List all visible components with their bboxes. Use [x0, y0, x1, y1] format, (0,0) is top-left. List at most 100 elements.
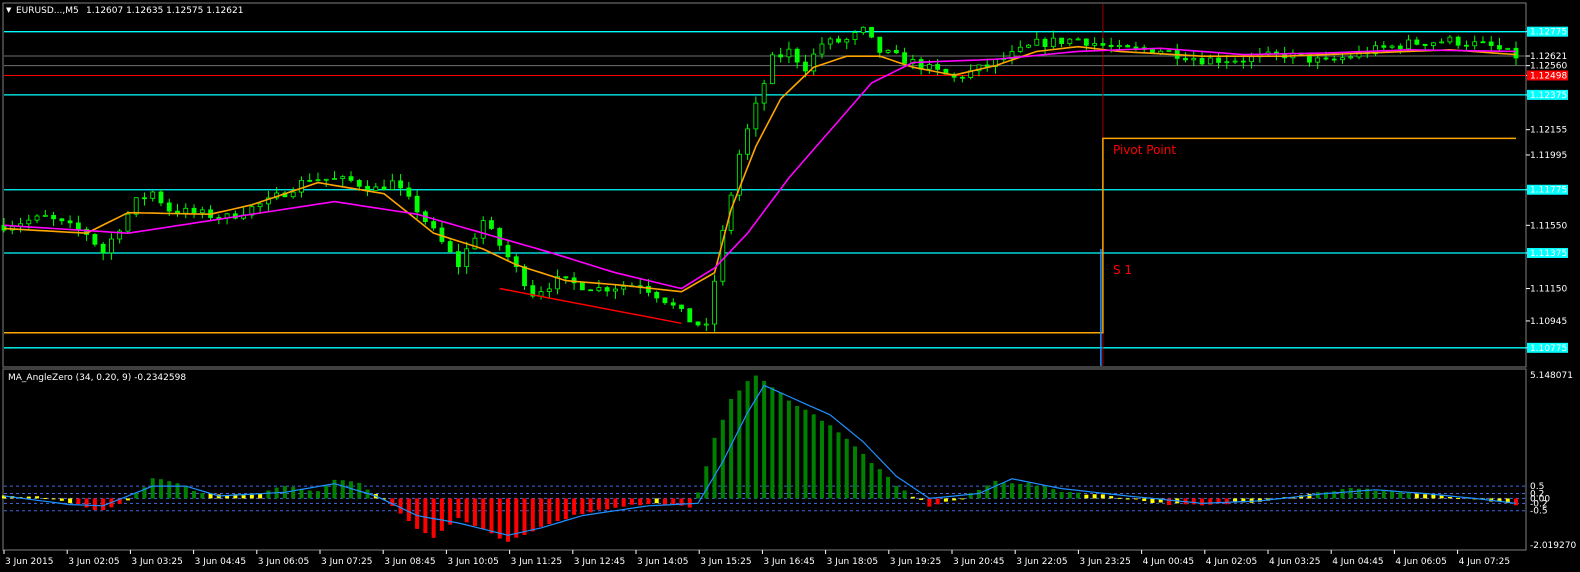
histogram-bar [423, 498, 428, 534]
price-tick-label: 1.12155 [1530, 126, 1567, 136]
histogram-bar [629, 498, 634, 505]
price-tick-label: 1.11550 [1530, 221, 1567, 231]
histogram-bar [489, 498, 494, 534]
histogram-bar [687, 498, 692, 508]
candle-body [381, 186, 387, 190]
histogram-bar [183, 486, 188, 499]
candle-body [133, 197, 139, 215]
price-tick-label: 1.12775 [1530, 28, 1567, 38]
candle-body [348, 176, 354, 181]
price-tick-label: 1.10775 [1530, 344, 1567, 354]
time-tick-label: 4 Jun 04:45 [1332, 557, 1383, 567]
candle-body [406, 187, 412, 197]
candle-body [761, 83, 767, 104]
histogram-bar [853, 446, 858, 499]
histogram-bar [588, 498, 593, 513]
histogram-bar [26, 496, 31, 499]
candle-body [1017, 46, 1023, 52]
histogram-bar [332, 479, 337, 499]
candle-body [373, 186, 379, 191]
histogram-bar [1414, 493, 1419, 499]
candle-body [596, 287, 602, 292]
histogram-bar [101, 498, 106, 511]
time-tick-label: 4 Jun 06:05 [1395, 557, 1446, 567]
time-tick-label: 3 Jun 23:25 [1079, 557, 1130, 567]
candle-body [893, 50, 899, 54]
candle-body [621, 286, 627, 290]
candle-body [1381, 45, 1387, 48]
time-tick-label: 3 Jun 10:05 [447, 557, 498, 567]
chart-symbol: EURUSD...,M5 [16, 6, 79, 16]
histogram-bar [935, 498, 940, 505]
candle-body [745, 128, 751, 155]
histogram-bar [778, 392, 783, 499]
candle-body [191, 207, 197, 214]
candle-body [1199, 57, 1205, 65]
price-tick-label: 1.12375 [1530, 91, 1567, 101]
histogram-bar [1125, 498, 1130, 500]
candle-body [670, 302, 676, 306]
candle-body [836, 38, 841, 43]
candle-body [1232, 60, 1238, 63]
candle-body [67, 220, 73, 224]
histogram-bar [952, 498, 957, 501]
time-tick-label: 3 Jun 06:05 [258, 557, 309, 567]
histogram-bar [1018, 483, 1023, 499]
candle-body [712, 280, 717, 325]
candle-body [902, 52, 907, 64]
histogram-bar [1398, 492, 1403, 499]
dropdown-triangle-icon[interactable]: ▼ [6, 6, 12, 14]
histogram-bar [985, 485, 990, 499]
candle-body [613, 288, 618, 292]
histogram-bar [1208, 498, 1213, 505]
candle-body [1166, 50, 1172, 52]
candle-body [984, 64, 990, 67]
time-tick-label: 4 Jun 02:05 [1206, 557, 1257, 567]
candle-body [1315, 57, 1321, 63]
histogram-bar [696, 492, 701, 499]
histogram-bar [786, 400, 791, 499]
histogram-bar [861, 453, 866, 499]
time-tick-label: 3 Jun 02:05 [68, 557, 119, 567]
price-tick-label: 1.12498 [1530, 71, 1567, 81]
histogram-bar [894, 485, 899, 499]
histogram-bar [844, 438, 849, 499]
histogram-bar [1067, 491, 1072, 499]
candle-body [1447, 36, 1453, 43]
histogram-bar [1315, 492, 1320, 499]
candle-body [803, 61, 808, 72]
candle-body [92, 234, 98, 245]
histogram-bar [919, 498, 924, 500]
histogram-bar [398, 498, 403, 514]
candle-body [1092, 43, 1098, 46]
candle-body [1240, 60, 1246, 63]
histogram-bar [1373, 490, 1378, 499]
candle-body [51, 215, 56, 220]
histogram-bar [1348, 487, 1353, 499]
candle-body [1083, 38, 1089, 46]
histogram-bar [1200, 498, 1205, 506]
candle-body [1497, 45, 1502, 50]
candle-body [827, 38, 833, 45]
histogram-bar [324, 485, 329, 499]
histogram-bar [1514, 498, 1518, 506]
histogram-bar [522, 498, 527, 535]
candle-body [794, 48, 800, 63]
histogram-bar [1100, 494, 1105, 499]
time-tick-label: 3 Jun 03:25 [131, 557, 182, 567]
histogram-bar [266, 490, 271, 499]
histogram-bar [1059, 491, 1064, 499]
histogram-bar [43, 497, 48, 499]
candle-body [109, 238, 114, 254]
candle-body [778, 54, 784, 58]
histogram-bar [803, 409, 808, 499]
histogram-bar [671, 498, 676, 505]
histogram-bar [1406, 492, 1411, 499]
candle-body [1505, 47, 1511, 50]
candle-body [299, 179, 304, 193]
histogram-bar [1092, 494, 1097, 499]
candle-body [166, 202, 172, 212]
candle-body [1075, 38, 1081, 41]
histogram-bar [1447, 497, 1452, 499]
candle-body [604, 287, 610, 292]
